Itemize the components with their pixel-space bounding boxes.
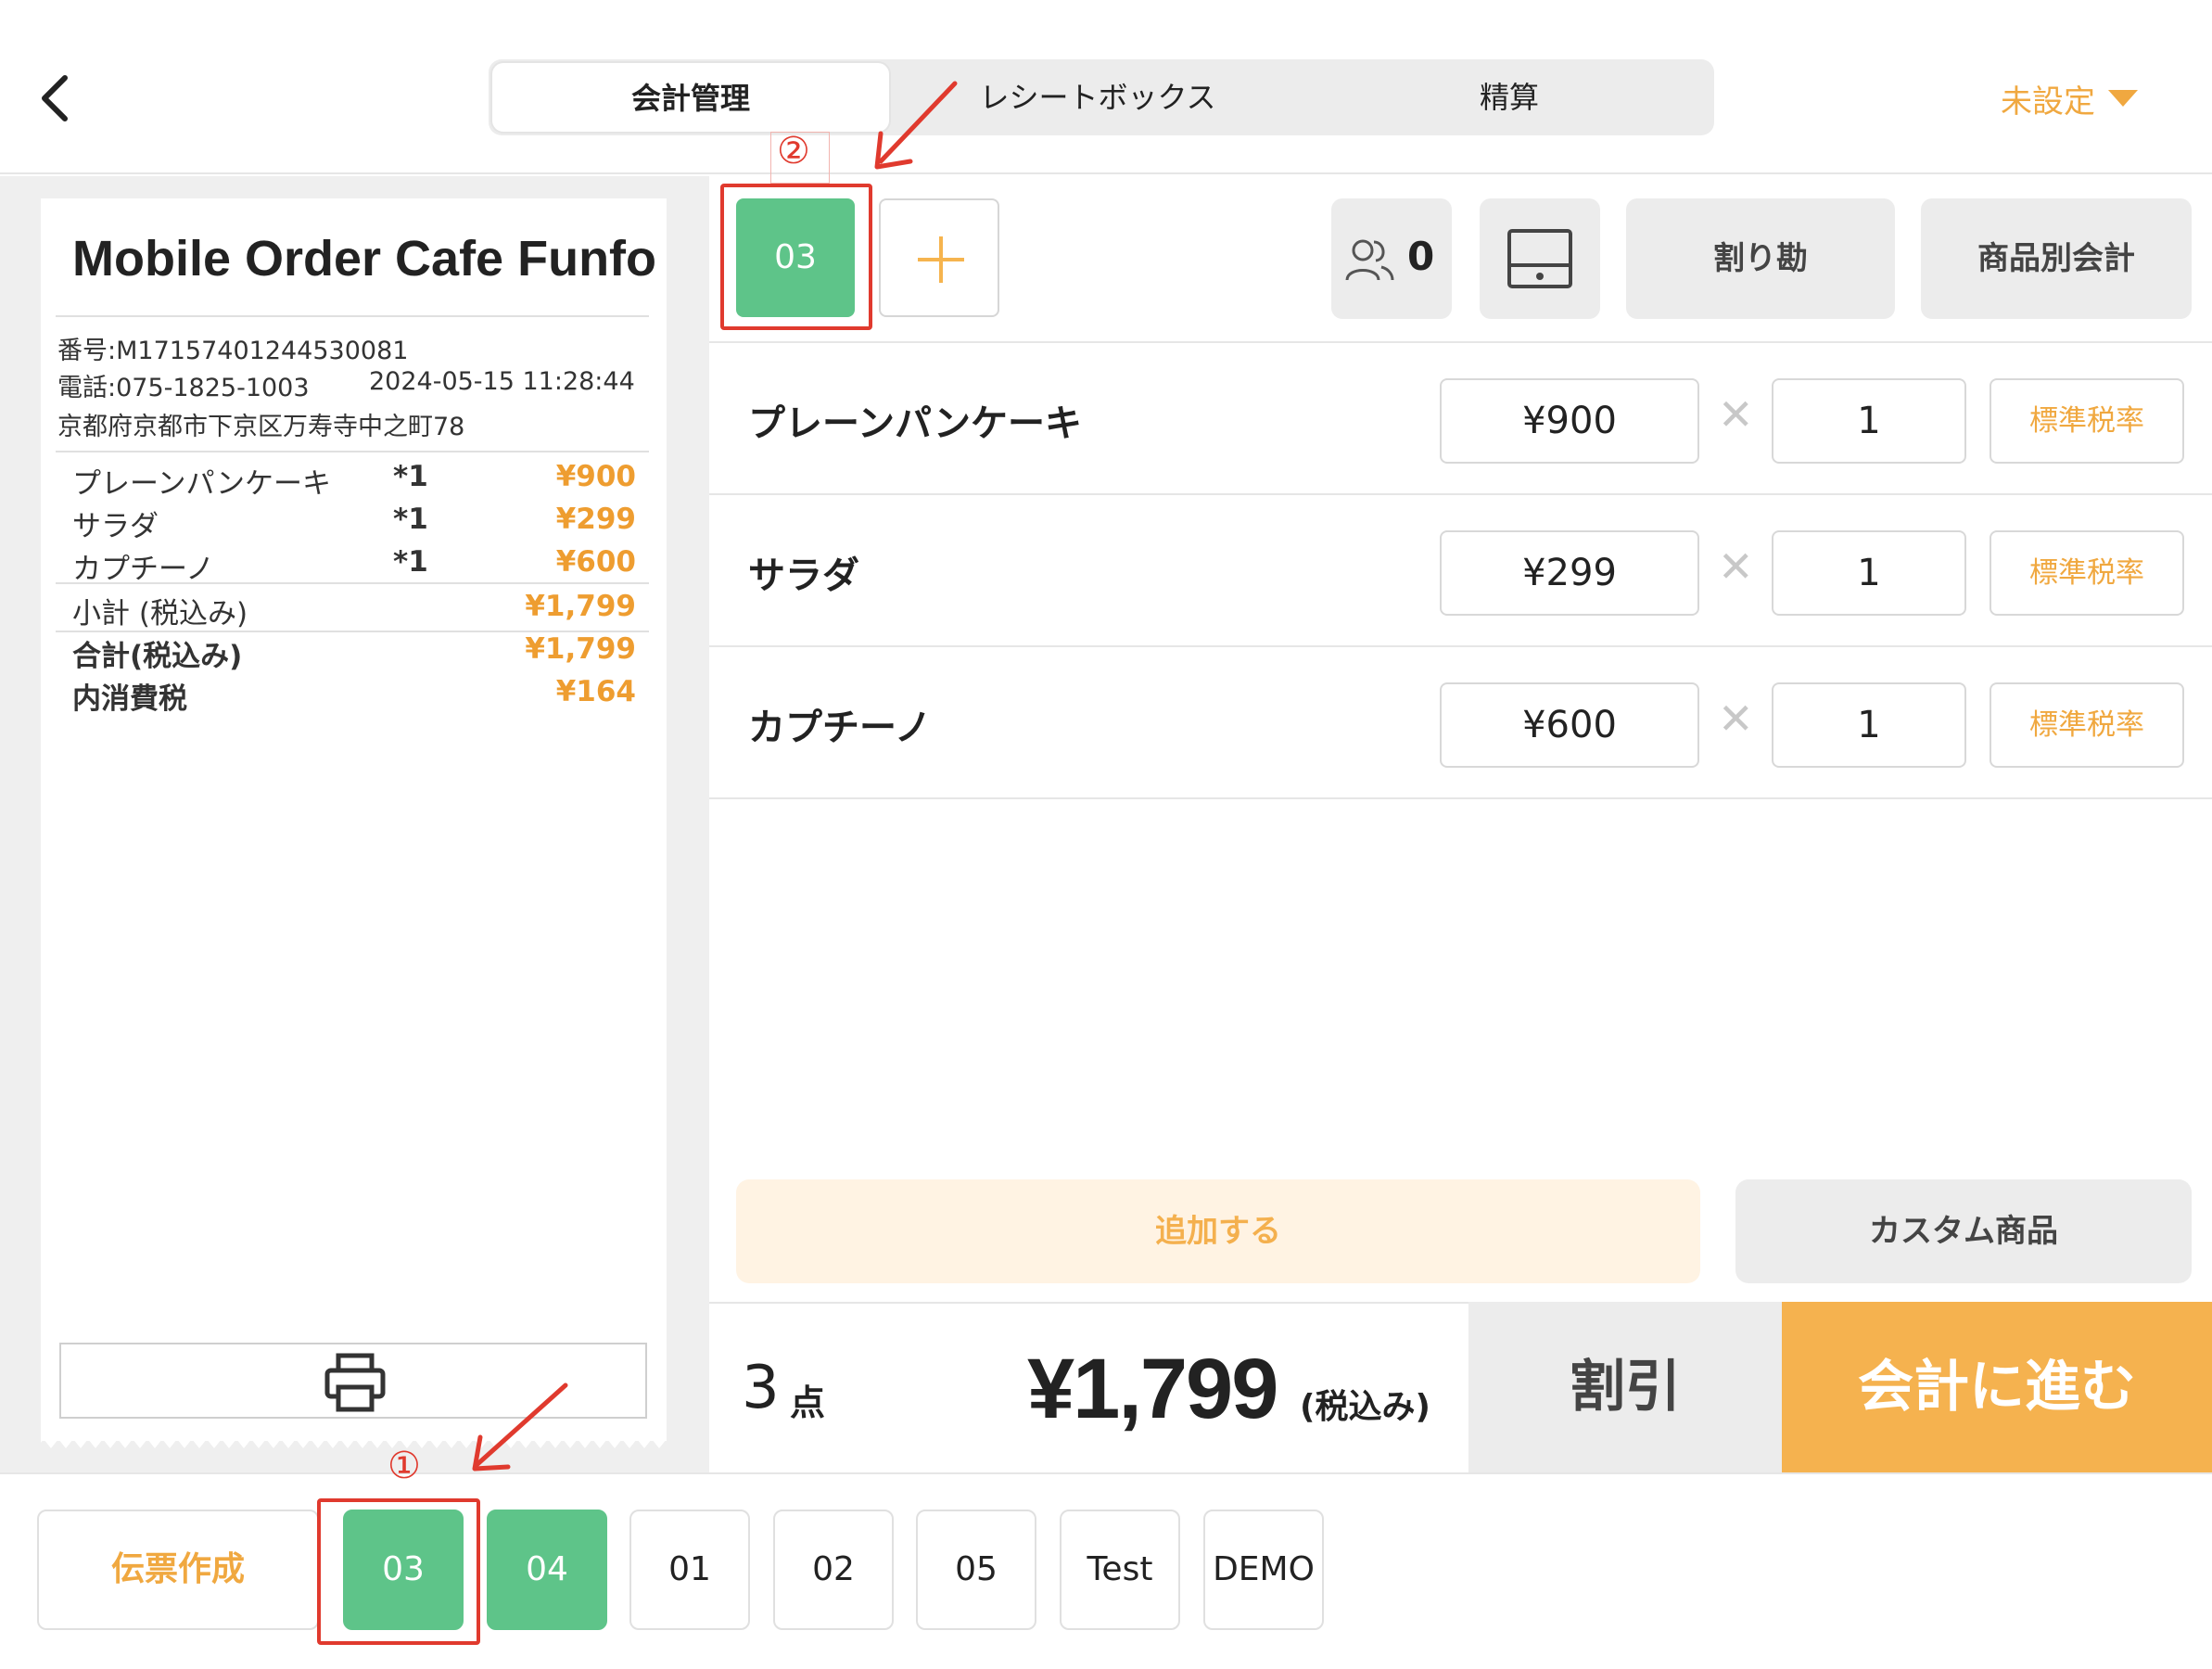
tax-rate-button[interactable]: 標準税率 bbox=[1990, 378, 2184, 464]
item-checkout-button[interactable]: 商品別会計 bbox=[1921, 198, 2192, 319]
printer-icon bbox=[324, 1353, 386, 1412]
table-button-01[interactable]: 01 bbox=[629, 1510, 750, 1630]
divider bbox=[56, 451, 649, 452]
receipt-tax-row: 内消費税 ¥164 bbox=[72, 675, 636, 716]
caret-down-icon bbox=[2108, 90, 2138, 107]
shop-name: Mobile Order Cafe Funfo bbox=[72, 231, 657, 287]
receipt-item-qty: *1 bbox=[393, 503, 428, 536]
total-value: ¥1,799 bbox=[525, 632, 636, 666]
annotation-step1: ① bbox=[388, 1445, 421, 1487]
receipt-item-price: ¥299 bbox=[555, 503, 636, 536]
annotation-step2: ② bbox=[777, 130, 810, 172]
receipt-item-row: カプチーノ *1 ¥600 bbox=[72, 545, 636, 586]
back-button[interactable] bbox=[35, 72, 76, 124]
receipt-item-row: プレーンパンケーキ *1 ¥900 bbox=[72, 460, 636, 501]
multiply-icon: ✕ bbox=[1718, 694, 1754, 744]
order-total-tax-note: (税込み) bbox=[1300, 1388, 1430, 1426]
item-price-field[interactable]: ¥600 bbox=[1440, 682, 1699, 768]
receipt-item-name: プレーンパンケーキ bbox=[72, 467, 331, 501]
item-qty-field[interactable]: 1 bbox=[1772, 682, 1966, 768]
order-item-row: プレーンパンケーキ ¥900 ✕ 1 標準税率 bbox=[709, 343, 2212, 495]
item-qty-field[interactable]: 1 bbox=[1772, 530, 1966, 616]
arrow-icon bbox=[874, 81, 958, 170]
table-button-05[interactable]: 05 bbox=[916, 1510, 1036, 1630]
item-name: プレーンパンケーキ bbox=[748, 402, 1082, 445]
receipt-item-name: サラダ bbox=[72, 510, 159, 543]
cash-drawer-icon bbox=[1507, 229, 1572, 288]
plus-icon bbox=[939, 236, 943, 283]
main-tabs: 会計管理 レシートボックス 精算 bbox=[489, 59, 1714, 135]
people-icon bbox=[1345, 239, 1394, 281]
chevron-left-icon bbox=[42, 75, 68, 121]
tax-rate-button[interactable]: 標準税率 bbox=[1990, 682, 2184, 768]
add-order-tab-button[interactable] bbox=[879, 198, 999, 317]
highlight-box-step1 bbox=[317, 1498, 480, 1645]
receipt-address: 京都府京都市下京区万寿寺中之町78 bbox=[57, 413, 465, 441]
divider bbox=[56, 582, 649, 584]
table-button-02[interactable]: 02 bbox=[773, 1510, 894, 1630]
custom-item-button[interactable]: カスタム商品 bbox=[1735, 1179, 2192, 1283]
setting-label: 未設定 bbox=[2001, 83, 2095, 121]
receipt-item-name: カプチーノ bbox=[72, 553, 215, 586]
order-total: ¥1,799 bbox=[1027, 1342, 1278, 1436]
receipt-paper: Mobile Order Cafe Funfo 番号:M171574012445… bbox=[41, 198, 667, 1441]
order-item-row: サラダ ¥299 ✕ 1 標準税率 bbox=[709, 495, 2212, 647]
total-label: 合計(税込み) bbox=[72, 640, 243, 673]
divider bbox=[56, 315, 649, 317]
add-item-button[interactable]: 追加する bbox=[736, 1179, 1700, 1283]
header-bar: 会計管理 レシートボックス 精算 未設定 bbox=[0, 0, 2212, 174]
create-slip-button[interactable]: 伝票作成 bbox=[37, 1510, 319, 1630]
item-name: カプチーノ bbox=[748, 707, 932, 749]
receipt-item-qty: *1 bbox=[393, 460, 428, 493]
item-qty-field[interactable]: 1 bbox=[1772, 378, 1966, 464]
receipt-phone: 電話:075-1825-1003 bbox=[57, 374, 310, 402]
subtotal-label: 小計 (税込み) bbox=[72, 597, 248, 631]
people-count: 0 bbox=[1407, 234, 1435, 279]
arrow-icon bbox=[472, 1382, 568, 1472]
discount-button[interactable]: 割引 bbox=[1468, 1302, 1782, 1472]
tab-accounting[interactable]: 会計管理 bbox=[490, 61, 891, 134]
receipt-total-row: 合計(税込み) ¥1,799 bbox=[72, 632, 636, 673]
receipt-item-price: ¥900 bbox=[555, 460, 636, 493]
table-button-04[interactable]: 04 bbox=[487, 1510, 607, 1630]
receipt-datetime: 2024-05-15 11:28:44 bbox=[369, 367, 635, 396]
receipt-number: 番号:M17157401244530081 bbox=[57, 337, 409, 365]
tax-value: ¥164 bbox=[555, 675, 636, 708]
setting-dropdown[interactable]: 未設定 bbox=[2001, 76, 2138, 121]
subtotal-value: ¥1,799 bbox=[525, 590, 636, 623]
multiply-icon: ✕ bbox=[1718, 389, 1754, 440]
table-button-test[interactable]: Test bbox=[1060, 1510, 1180, 1630]
order-item-row: カプチーノ ¥600 ✕ 1 標準税率 bbox=[709, 647, 2212, 799]
receipt-item-qty: *1 bbox=[393, 545, 428, 579]
item-price-field[interactable]: ¥299 bbox=[1440, 530, 1699, 616]
table-button-demo[interactable]: DEMO bbox=[1203, 1510, 1324, 1630]
people-count-button[interactable]: 0 bbox=[1331, 198, 1452, 319]
tax-label: 内消費税 bbox=[72, 682, 187, 716]
highlight-box-step2 bbox=[720, 184, 872, 330]
multiply-icon: ✕ bbox=[1718, 541, 1754, 592]
checkout-button[interactable]: 会計に進む bbox=[1782, 1302, 2212, 1472]
item-name: サラダ bbox=[748, 554, 859, 597]
split-bill-button[interactable]: 割り勘 bbox=[1626, 198, 1895, 319]
receipt-item-row: サラダ *1 ¥299 bbox=[72, 503, 636, 543]
tab-settlement[interactable]: 精算 bbox=[1304, 59, 1714, 135]
receipt-subtotal-row: 小計 (税込み) ¥1,799 bbox=[72, 590, 636, 631]
item-count-unit: 点 bbox=[790, 1382, 826, 1423]
item-count: 3 bbox=[742, 1354, 780, 1422]
cash-drawer-button[interactable] bbox=[1480, 198, 1600, 319]
receipt-item-price: ¥600 bbox=[555, 545, 636, 579]
tax-rate-button[interactable]: 標準税率 bbox=[1990, 530, 2184, 616]
item-price-field[interactable]: ¥900 bbox=[1440, 378, 1699, 464]
